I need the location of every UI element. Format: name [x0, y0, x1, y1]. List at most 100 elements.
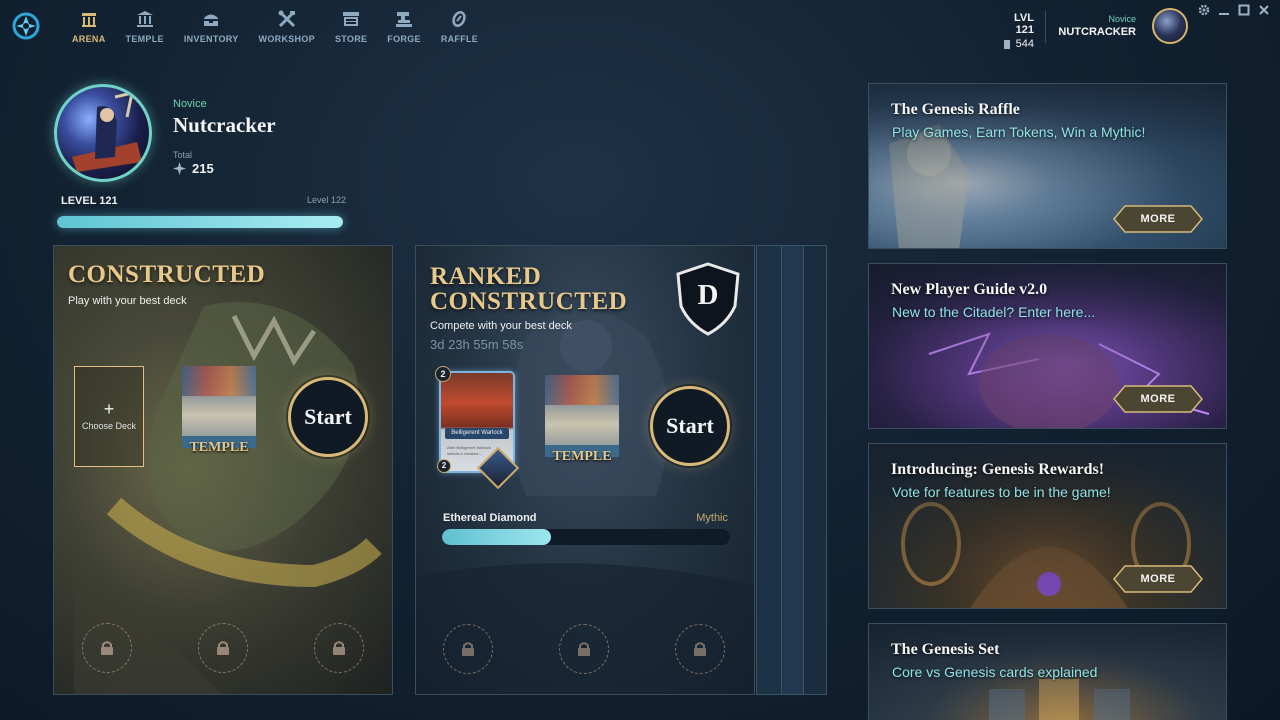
locked-slot	[675, 624, 725, 674]
news-card-genesis-set[interactable]: The Genesis Set Core vs Genesis cards ex…	[868, 623, 1227, 720]
store-icon	[343, 12, 360, 26]
header-level-text: LVL 121	[1014, 12, 1034, 36]
inventory-icon	[204, 14, 219, 26]
rank-progress-bar	[442, 529, 730, 545]
constructed-start-button[interactable]: Start	[288, 377, 368, 457]
header-user[interactable]: Novice NUTCRACKER	[1058, 14, 1136, 38]
header-level: LVL 121 544	[994, 12, 1034, 50]
xp-progress-bar	[57, 216, 343, 228]
lock-icon	[217, 641, 229, 655]
locked-slot	[443, 624, 493, 674]
forge-icon	[396, 12, 413, 27]
news-title: The Genesis Raffle	[891, 101, 1020, 118]
news-subtitle: Core vs Genesis cards explained	[892, 664, 1098, 680]
nav-label: FORGE	[387, 34, 421, 44]
lock-icon	[578, 642, 590, 656]
more-label: MORE	[1140, 573, 1176, 585]
news-title: New Player Guide v2.0	[891, 281, 1048, 298]
news-card-genesis-raffle[interactable]: The Genesis Raffle Play Games, Earn Toke…	[868, 83, 1227, 249]
deck-name: TEMPLE	[189, 440, 249, 455]
nav-label: TEMPLE	[125, 34, 164, 44]
news-card-player-guide[interactable]: New Player Guide v2.0 New to the Citadel…	[868, 263, 1227, 429]
token-icon	[1003, 39, 1010, 49]
season-timer: 3d 23h 55m 58s	[430, 337, 524, 352]
main-nav: ARENA TEMPLE INVENTORY WORKSHOP STORE FO…	[62, 10, 488, 44]
game-logo-icon[interactable]	[12, 12, 40, 40]
current-rank: Ethereal Diamond	[443, 512, 537, 524]
card-stack-edge	[800, 245, 827, 695]
more-label: MORE	[1140, 393, 1176, 405]
constructed-mode-card[interactable]: CONSTRUCTED Play with your best deck + C…	[53, 245, 393, 695]
nav-item-store[interactable]: STORE	[325, 10, 377, 44]
top-bar: ARENA TEMPLE INVENTORY WORKSHOP STORE FO…	[0, 0, 1280, 60]
nav-item-temple[interactable]: TEMPLE	[116, 10, 174, 44]
deck-art	[182, 366, 256, 448]
maximize-icon[interactable]	[1238, 4, 1250, 16]
xp-progress-fill	[57, 216, 343, 228]
nav-item-workshop[interactable]: WORKSHOP	[249, 10, 325, 44]
settings-gear-icon[interactable]	[1198, 4, 1210, 16]
news-more-button[interactable]: MORE	[1113, 205, 1203, 233]
nav-label: STORE	[334, 34, 368, 44]
hero-card[interactable]: Belligerent Warlock After Belligerent Wa…	[435, 366, 520, 490]
nav-label: INVENTORY	[183, 34, 239, 44]
profile-avatar[interactable]	[54, 84, 152, 182]
choose-deck-label: Choose Deck	[81, 421, 137, 431]
next-rank: Mythic	[696, 512, 728, 524]
rank-progress-fill	[442, 529, 552, 545]
hero-card-name: Belligerent Warlock	[445, 428, 509, 439]
token-value: 544	[1015, 38, 1034, 50]
locked-slot	[82, 623, 132, 673]
constructed-title: CONSTRUCTED	[68, 261, 266, 288]
minimize-icon[interactable]	[1218, 4, 1230, 16]
total-value: 215	[192, 161, 214, 176]
news-title: The Genesis Set	[891, 641, 1000, 658]
ranked-title-line1: RANKED	[430, 263, 542, 290]
close-icon[interactable]	[1258, 4, 1270, 16]
nav-label: ARENA	[72, 34, 106, 44]
ranked-title-line2: CONSTRUCTED	[430, 288, 628, 315]
hero-card-level: 2	[437, 459, 451, 473]
lock-icon	[694, 642, 706, 656]
token-count: 544	[994, 38, 1034, 50]
ranked-deck-thumb[interactable]: TEMPLE	[545, 375, 619, 477]
ranked-mode-card[interactable]: RANKED CONSTRUCTED D Compete with your b…	[415, 245, 755, 695]
total-label: Total	[173, 150, 193, 160]
nav-item-arena[interactable]: ARENA	[62, 10, 116, 44]
news-subtitle: New to the Citadel? Enter here...	[892, 304, 1096, 320]
arena-icon	[81, 13, 96, 27]
nav-item-inventory[interactable]: INVENTORY	[174, 10, 249, 44]
constructed-subtitle: Play with your best deck	[68, 295, 187, 307]
raffle-icon	[452, 11, 467, 27]
more-label: MORE	[1140, 213, 1176, 225]
nav-label: WORKSHOP	[258, 34, 315, 44]
lock-icon	[101, 641, 113, 655]
rank-letter: D	[697, 279, 719, 311]
news-more-button[interactable]: MORE	[1113, 565, 1203, 593]
news-more-button[interactable]: MORE	[1113, 385, 1203, 413]
ranked-subtitle: Compete with your best deck	[430, 320, 572, 332]
nav-item-forge[interactable]: FORGE	[377, 10, 431, 44]
header-avatar[interactable]	[1152, 8, 1188, 44]
total-shards-icon	[173, 162, 186, 175]
choose-deck-button[interactable]: + Choose Deck	[74, 366, 144, 467]
workshop-icon	[278, 10, 295, 28]
header-username: NUTCRACKER	[1058, 26, 1136, 38]
news-card-genesis-rewards[interactable]: Introducing: Genesis Rewards! Vote for f…	[868, 443, 1227, 609]
locked-slot	[314, 623, 364, 673]
constructed-deck-thumb[interactable]: TEMPLE	[182, 366, 256, 468]
nav-item-raffle[interactable]: RAFFLE	[431, 10, 488, 44]
header-rank: Novice	[1108, 14, 1136, 24]
ranked-start-button[interactable]: Start	[650, 386, 730, 466]
header-divider	[1045, 11, 1046, 43]
news-subtitle: Play Games, Earn Tokens, Win a Mythic!	[892, 124, 1146, 140]
nav-label: RAFFLE	[440, 34, 479, 44]
profile-next-level: Level 122	[306, 195, 346, 205]
avatar-art	[72, 91, 142, 172]
deck-name: TEMPLE	[552, 449, 612, 464]
hero-card-cost: 2	[435, 366, 451, 382]
profile-rank: Novice	[173, 98, 207, 110]
window-controls	[1198, 4, 1270, 16]
profile-name: Nutcracker	[173, 113, 276, 137]
temple-icon	[136, 11, 153, 27]
